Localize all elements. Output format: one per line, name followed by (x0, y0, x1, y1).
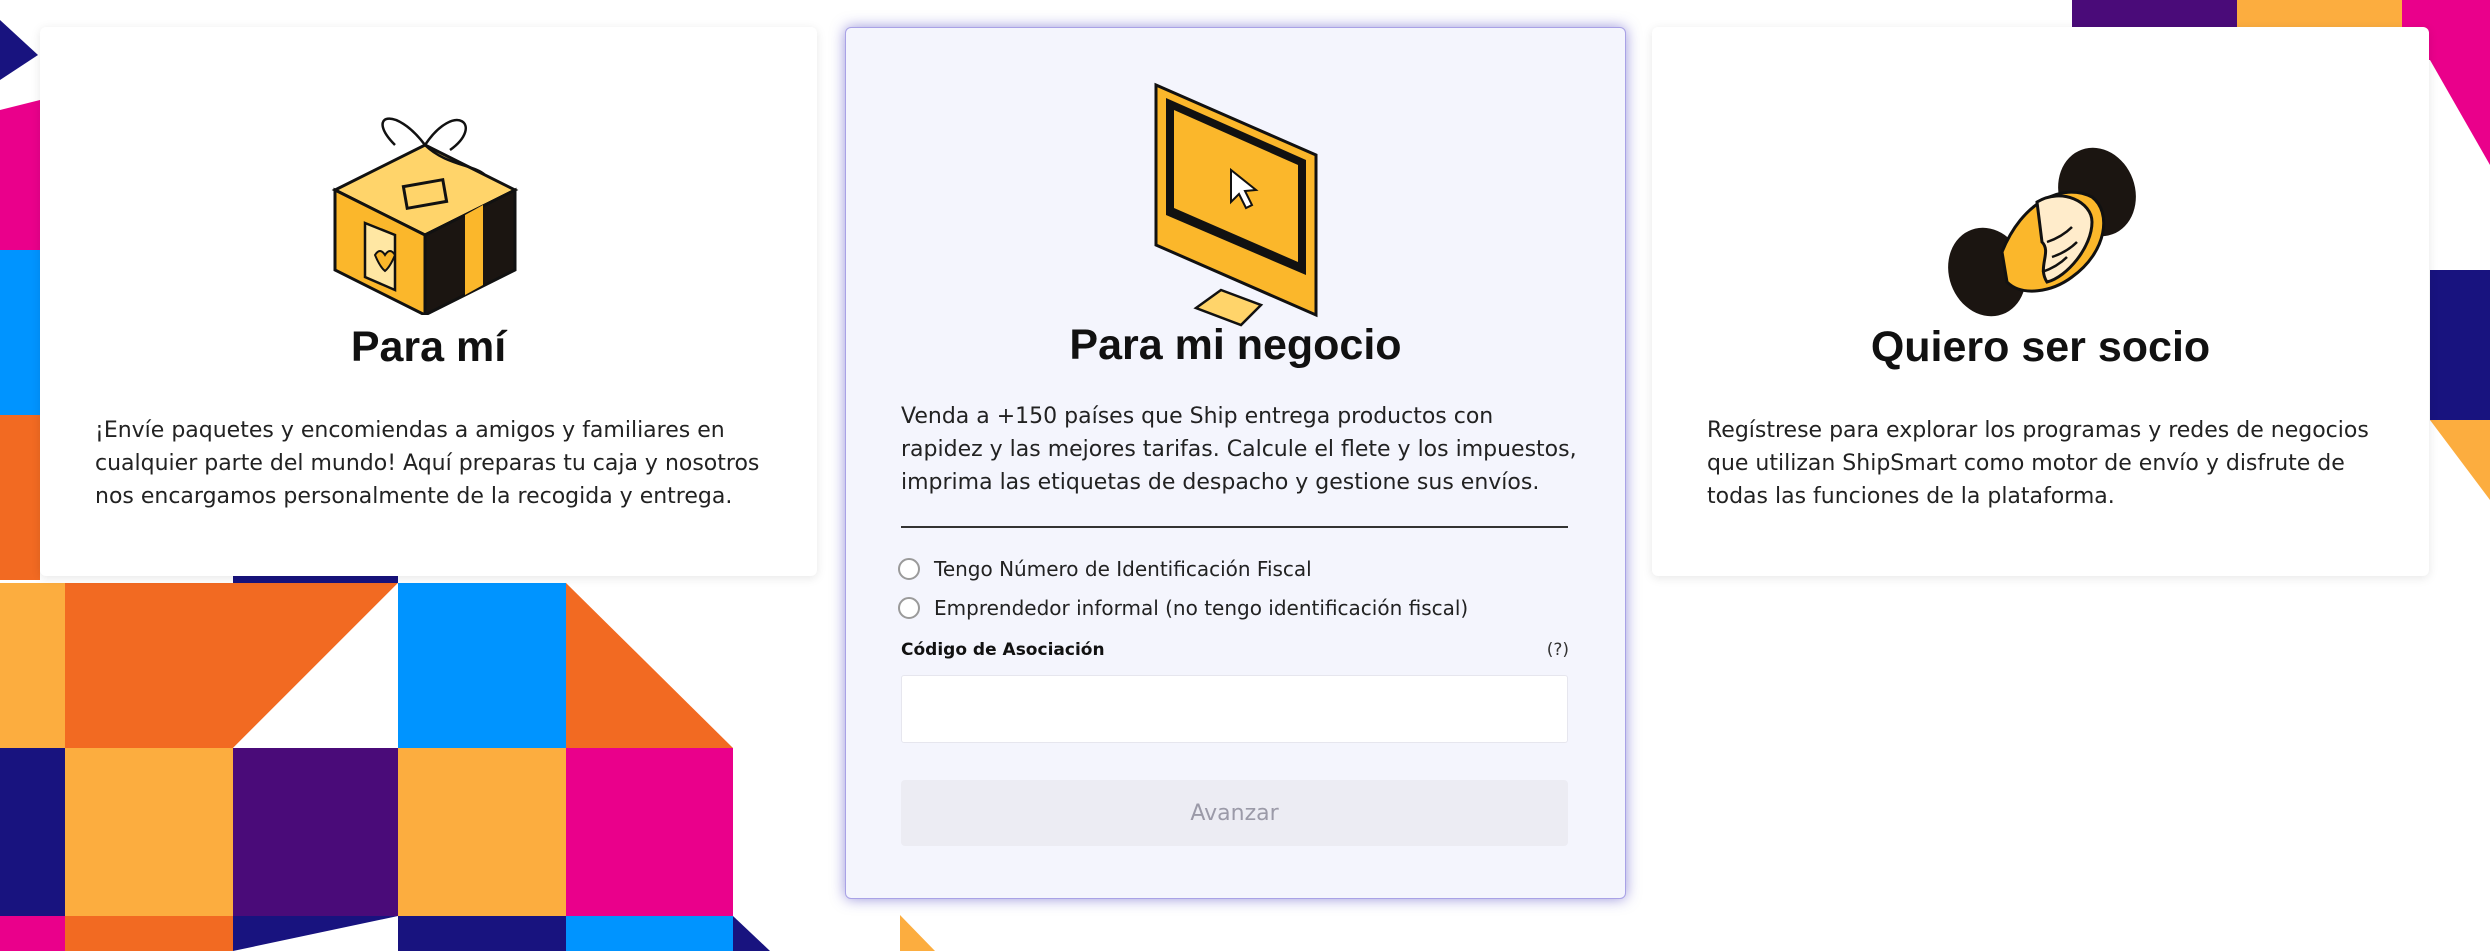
radio-option-tax-id[interactable]: Tengo Número de Identificación Fiscal (898, 557, 1312, 581)
association-code-label: Código de Asociación (901, 640, 1105, 660)
card-business[interactable]: Para mi negocio Venda a +150 países que … (845, 27, 1626, 899)
advance-button[interactable]: Avanzar (901, 780, 1568, 846)
divider (901, 526, 1568, 528)
card-description: Regístrese para explorar los programas y… (1707, 418, 2369, 509)
card-personal[interactable]: Para mí ¡Envíe paquetes y encomiendas a … (40, 27, 817, 576)
gift-box-icon (325, 105, 525, 318)
radio-label: Tengo Número de Identificación Fiscal (934, 557, 1312, 581)
computer-monitor-icon (1146, 80, 1331, 330)
card-title: Para mí (350, 323, 507, 371)
radio-option-informal[interactable]: Emprendedor informal (no tengo identific… (898, 596, 1468, 620)
radio-button[interactable] (898, 597, 920, 619)
card-title: Para mi negocio (1069, 321, 1402, 369)
help-link[interactable]: (?) (1547, 640, 1569, 660)
radio-label: Emprendedor informal (no tengo identific… (934, 596, 1469, 620)
card-partner[interactable]: Quiero ser socio Regístrese para explora… (1652, 27, 2429, 576)
association-code-input[interactable] (901, 675, 1568, 743)
card-title: Quiero ser socio (1870, 323, 2211, 371)
handshake-icon (1942, 142, 2142, 317)
card-description: ¡Envíe paquetes y encomiendas a amigos y… (95, 418, 760, 509)
card-description: Venda a +150 países que Ship entrega pro… (901, 404, 1577, 495)
radio-button[interactable] (898, 558, 920, 580)
